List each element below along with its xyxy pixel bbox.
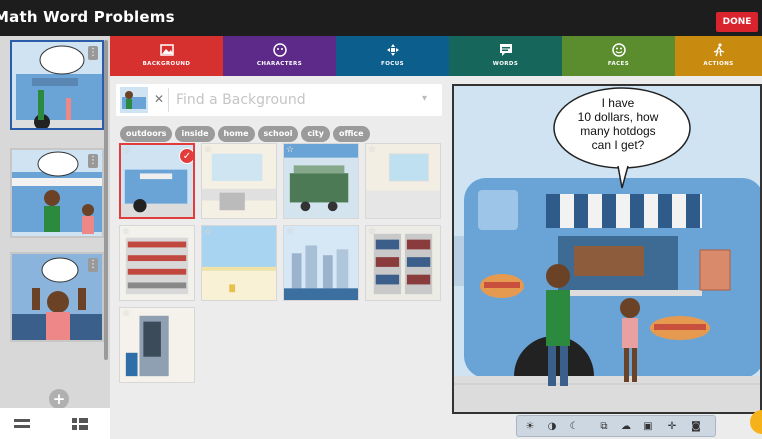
save-icon[interactable]: ▣ [641,420,655,434]
search-divider [168,88,169,112]
storyboard-cell-2[interactable]: ⋮ [10,148,104,238]
running-person-icon [713,43,724,57]
moon-icon[interactable]: ☾ [567,420,581,434]
background-tile-kitchen-window[interactable]: ☆ [365,143,441,219]
done-button[interactable]: DONE [716,12,758,32]
background-tile-food-truck[interactable]: ☆ ✓ [119,143,195,219]
tag-city[interactable]: city [301,126,330,142]
tag-office[interactable]: office [332,126,370,142]
chevron-down-icon[interactable]: ▾ [422,93,427,104]
background-tile-vending-machine[interactable]: ☆ [119,307,195,383]
storyboard-app: Math Word Problems DONE ⋮ ⋮ ⋮ + BACKGROU… [0,0,762,439]
tag-home[interactable]: home [217,126,255,142]
speech-bubble-text[interactable]: I have 10 dollars, how many hotdogs can … [558,96,678,152]
tab-characters[interactable]: CHARACTERS [223,36,336,76]
tab-label: CHARACTERS [256,61,303,67]
panel-menu-icon[interactable]: ⋮ [88,154,98,168]
search-bar: ✕ ▾ [116,84,442,116]
storyboard-cell-1[interactable]: ⋮ [10,40,104,130]
favorite-star-icon[interactable]: ☆ [204,145,212,155]
storyboard-title[interactable]: Math Word Problems [0,8,175,26]
favorite-star-icon[interactable]: ☆ [204,227,212,237]
background-tile-grocery-shelves[interactable]: ☆ [119,225,195,301]
grid-view-icon[interactable] [72,418,88,430]
background-tile-blue-sky-table[interactable]: ☆ [201,225,277,301]
tag-inside[interactable]: inside [175,126,215,142]
tag-school[interactable]: school [257,126,299,142]
favorite-star-icon[interactable]: ☆ [286,227,294,237]
speech-line: 10 dollars, how [577,110,659,124]
tab-background[interactable]: BACKGROUND [110,36,223,76]
smiley-icon [611,43,626,57]
storyboard-cell-3[interactable]: ⋮ [10,252,104,342]
image-icon [159,44,174,56]
favorite-star-icon[interactable]: ☆ [122,309,130,319]
speech-line: can I get? [591,138,645,152]
speech-line: I have [601,96,635,110]
storyboard-scrollbar[interactable] [104,40,108,360]
help-button[interactable] [750,410,762,434]
favorite-star-icon[interactable]: ☆ [368,227,376,237]
favorite-star-icon[interactable]: ☆ [122,227,130,237]
background-tile-food-cart[interactable]: ☆ [283,143,359,219]
tab-focus[interactable]: FOCUS [336,36,449,76]
copy-icon[interactable]: ⧉ [597,420,611,434]
list-view-icon[interactable] [14,418,30,430]
tab-label: BACKGROUND [142,61,191,67]
tab-faces[interactable]: FACES [562,36,675,76]
selected-check-icon: ✓ [179,148,193,164]
tab-label: ACTIONS [703,61,734,67]
camera-icon[interactable]: ◙ [689,420,703,434]
panel-menu-icon[interactable]: ⋮ [88,46,98,60]
speech-line: many hotdogs [580,124,656,138]
tab-label: FOCUS [381,61,404,67]
tab-words[interactable]: WORDS [449,36,562,76]
speech-bubble-icon [499,44,512,56]
panel-menu-icon[interactable]: ⋮ [88,258,98,272]
search-character-thumbnail[interactable] [120,87,148,113]
view-switcher [0,408,110,439]
moon-half-icon[interactable]: ◑ [545,420,559,434]
move-arrows-icon [386,44,399,56]
add-panel-button[interactable]: + [49,389,69,409]
character-face-icon [272,43,287,57]
favorite-star-icon[interactable]: ☆ [123,146,131,156]
favorite-star-icon[interactable]: ☆ [368,145,376,155]
tab-label: FACES [607,61,630,67]
search-input[interactable] [176,88,416,112]
background-tile-kitchen-counter[interactable]: ☆ [201,143,277,219]
favorite-star-icon[interactable]: ☆ [286,145,294,155]
crosshair-icon[interactable]: ✛ [665,420,679,434]
brightness-icon[interactable]: ☀ [523,420,537,434]
scene-toolbar: ☀ ◑ ☾ ⧉ ☁ ▣ ✛ ◙ [516,415,716,437]
clear-search-icon[interactable]: ✕ [154,92,164,106]
filter-tags: outdoors inside home school city office [120,121,373,142]
title-bar: Math Word Problems DONE [0,0,762,36]
tab-label: WORDS [492,61,519,67]
cloud-icon[interactable]: ☁ [619,420,633,434]
tag-outdoors[interactable]: outdoors [120,126,173,142]
tab-actions[interactable]: ACTIONS [675,36,762,76]
background-tile-city-skyline[interactable]: ☆ [283,225,359,301]
background-tile-store-shelves[interactable]: ☆ [365,225,441,301]
